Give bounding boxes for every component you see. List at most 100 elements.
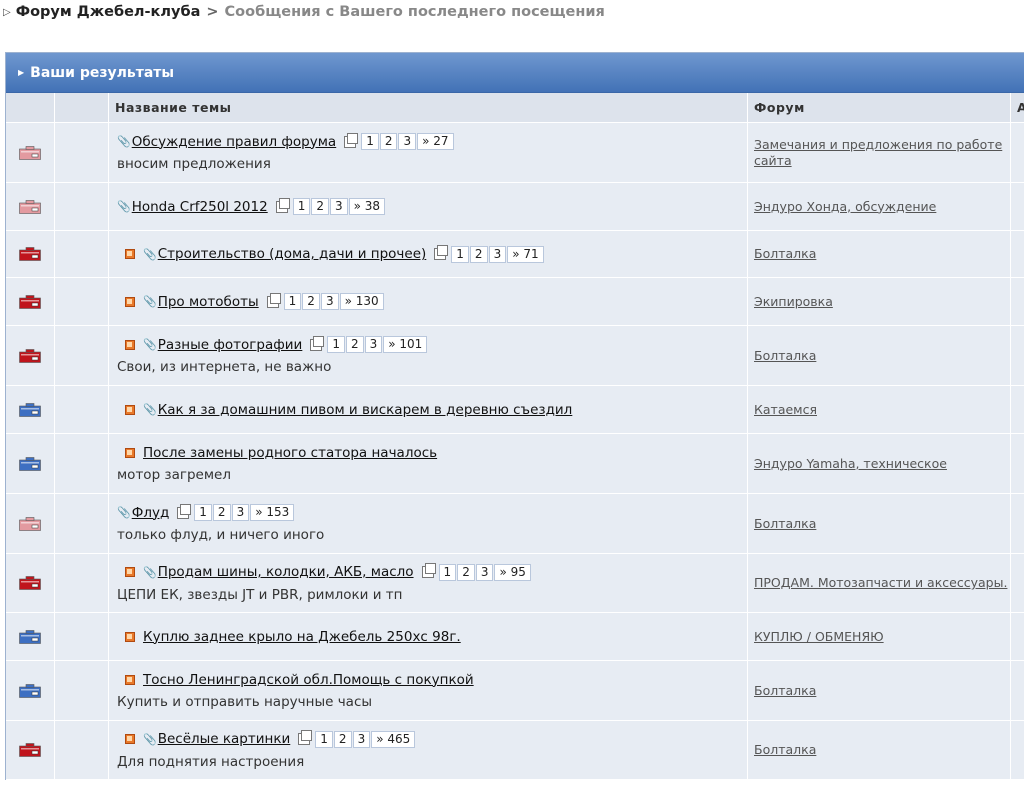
- breadcrumb-home-link[interactable]: Форум Джебел-клуба: [16, 4, 201, 20]
- pagination: 1 2 3» 130: [266, 292, 385, 310]
- page-link[interactable]: 3: [475, 563, 494, 581]
- page-link[interactable]: » 465: [371, 730, 416, 748]
- forum-link[interactable]: КУПЛЮ / ОБМЕНЯЮ: [754, 629, 884, 645]
- icon-cell: [55, 494, 109, 553]
- new-post-icon[interactable]: [125, 296, 135, 307]
- icon-cell: [55, 613, 109, 660]
- topic-title-link[interactable]: Флуд: [132, 505, 170, 521]
- page-link[interactable]: 1: [361, 133, 379, 150]
- forum-link[interactable]: ПРОДАМ. Мотозапчасти и аксессуары.: [754, 575, 1007, 591]
- page-link[interactable]: » 130: [339, 293, 384, 310]
- topic-cell: 📎 Как я за домашним пивом и вискарем в де…: [109, 386, 748, 433]
- page-link[interactable]: 2: [379, 133, 398, 150]
- new-post-icon[interactable]: [125, 734, 135, 744]
- topic-cell: 📎 Продам шины, колодки, АКБ, масло 1 2 3» 95…: [109, 554, 748, 612]
- new-post-icon[interactable]: [125, 674, 135, 685]
- topic-title-link[interactable]: Строительство (дома, дачи и прочее): [158, 246, 427, 262]
- forum-link[interactable]: Болталка: [754, 683, 816, 699]
- page-link[interactable]: » 38: [348, 198, 386, 215]
- page-link[interactable]: 1: [327, 336, 345, 353]
- topic-cell: Тосно Ленинградской обл.Помощь с покупко…: [109, 661, 748, 720]
- status-cell: [6, 661, 55, 720]
- forum-cell: Экипировка: [748, 278, 1011, 325]
- topic-cell: После замены родного статора началось мот…: [109, 434, 748, 493]
- new-post-icon[interactable]: [125, 631, 135, 642]
- new-post-icon[interactable]: [125, 249, 135, 259]
- page-link[interactable]: 2: [212, 504, 231, 521]
- page-link[interactable]: » 27: [417, 133, 454, 150]
- pages-icon: [275, 197, 290, 213]
- forum-link[interactable]: Болталка: [754, 516, 816, 532]
- breadcrumb-separator: >: [206, 4, 219, 20]
- collapse-arrow-icon[interactable]: ▶: [18, 68, 24, 77]
- table-row: 📎 Разные фотографии 1 2 3» 101 Свои, из интер…: [6, 326, 1024, 386]
- forum-link[interactable]: Болталка: [754, 246, 816, 262]
- page-link[interactable]: 3: [329, 198, 348, 215]
- topic-line: 📎 Продам шины, колодки, АКБ, масло 1 2 3» 95: [117, 563, 747, 581]
- topic-title-link[interactable]: Honda Crf250l 2012: [132, 199, 268, 215]
- topic-title-link[interactable]: Про мотоботы: [158, 294, 259, 310]
- topic-title-link[interactable]: Продам шины, колодки, АКБ, масло: [158, 564, 414, 580]
- status-cell: [6, 231, 55, 277]
- page-link[interactable]: » 71: [507, 245, 544, 263]
- page-link[interactable]: 3: [320, 293, 339, 310]
- page-link[interactable]: » 153: [250, 504, 295, 521]
- forum-link[interactable]: Эндуро Yamaha, техническое: [754, 456, 947, 472]
- topic-title-link[interactable]: После замены родного статора началось: [143, 445, 437, 461]
- header-forum[interactable]: Форум: [748, 93, 1011, 122]
- topic-title-link[interactable]: Разные фотографии: [158, 337, 303, 353]
- breadcrumb-arrow-icon: ▷: [3, 6, 11, 18]
- status-cell: [6, 183, 55, 230]
- new-post-icon[interactable]: [125, 447, 135, 458]
- page-link[interactable]: 1: [315, 730, 333, 748]
- page-link[interactable]: 3: [364, 336, 383, 353]
- page-link[interactable]: 2: [345, 336, 364, 353]
- topic-title-link[interactable]: Куплю заднее крыло на Джебель 250хс 98г.: [143, 629, 461, 645]
- status-cell: [6, 613, 55, 660]
- topic-title-link[interactable]: Обсуждение правил форума: [132, 134, 337, 150]
- table-row: Тосно Ленинградской обл.Помощь с покупко…: [6, 661, 1024, 721]
- forum-link[interactable]: Экипировка: [754, 294, 833, 310]
- forum-link[interactable]: Замечания и предложения по работе сайта: [754, 137, 1010, 169]
- topic-title-link[interactable]: Весёлые картинки: [158, 731, 291, 747]
- status-cell: [6, 554, 55, 612]
- page-link[interactable]: 2: [469, 245, 488, 263]
- page-link[interactable]: 3: [488, 245, 507, 263]
- page-link[interactable]: 1: [451, 245, 469, 263]
- status-cell: [6, 278, 55, 325]
- page-link[interactable]: 1: [194, 504, 212, 521]
- new-post-icon[interactable]: [125, 404, 135, 415]
- topic-title-link[interactable]: Тосно Ленинградской обл.Помощь с покупко…: [143, 672, 474, 688]
- new-post-icon[interactable]: [125, 339, 135, 350]
- forum-link[interactable]: Эндуро Хонда, обсуждение: [754, 199, 936, 215]
- topic-title-link[interactable]: Как я за домашним пивом и вискарем в дер…: [158, 402, 573, 418]
- extra-cell: [1011, 326, 1024, 385]
- page-link[interactable]: 2: [302, 293, 320, 310]
- forum-link[interactable]: Катаемся: [754, 402, 817, 418]
- icon-cell: [55, 278, 109, 325]
- page-link[interactable]: 1: [283, 293, 302, 310]
- header-topic[interactable]: Название темы: [109, 93, 748, 122]
- status-cell: [6, 123, 55, 182]
- page-link[interactable]: 3: [352, 730, 371, 748]
- header-extra[interactable]: А: [1011, 93, 1024, 122]
- page-link[interactable]: 3: [398, 133, 417, 150]
- icon-cell: [55, 183, 109, 230]
- forum-link[interactable]: Болталка: [754, 742, 816, 758]
- folder-pink-icon: [19, 145, 41, 160]
- forum-link[interactable]: Болталка: [754, 348, 816, 364]
- new-post-icon[interactable]: [125, 567, 135, 577]
- page-link[interactable]: 2: [311, 198, 329, 215]
- topic-line: 📎 Разные фотографии 1 2 3» 101: [117, 335, 747, 353]
- page-link[interactable]: 2: [457, 563, 475, 581]
- page-link[interactable]: 3: [231, 504, 250, 521]
- page-link[interactable]: 2: [333, 730, 352, 748]
- icon-cell: [55, 123, 109, 182]
- panel-title: Ваши результаты: [30, 64, 175, 81]
- page-link[interactable]: 1: [292, 198, 311, 215]
- page-link[interactable]: 1: [438, 563, 457, 581]
- page-link[interactable]: » 101: [383, 336, 428, 353]
- table-row: 📎 Флуд 1 2 3» 153 только флуд, и ничего иного…: [6, 494, 1024, 554]
- extra-cell: [1011, 494, 1024, 553]
- page-link[interactable]: » 95: [494, 563, 531, 581]
